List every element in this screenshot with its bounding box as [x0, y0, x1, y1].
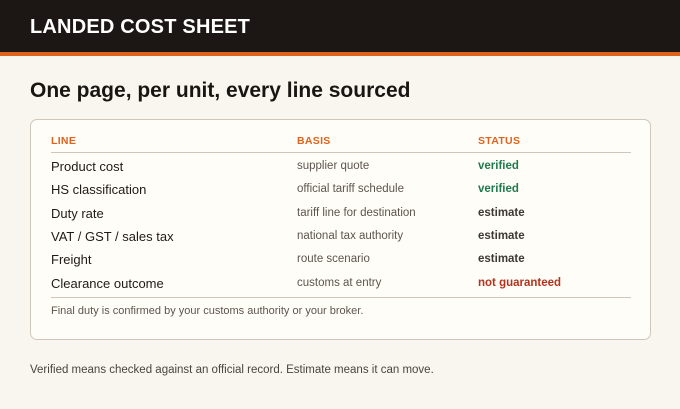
row-basis: national tax authority [297, 230, 404, 242]
table-row: HS classification official tariff schedu… [31, 182, 650, 202]
row-basis: route scenario [297, 253, 370, 265]
table-row: Freight route scenario estimate [31, 252, 650, 272]
column-header-basis: BASIS [297, 135, 331, 147]
page-footnote: Verified means checked against an offici… [30, 364, 434, 376]
app-title: LANDED COST SHEET [30, 16, 251, 38]
row-basis: tariff line for destination [297, 207, 416, 219]
row-status-badge: estimate [478, 230, 525, 242]
row-status-badge: estimate [478, 207, 525, 219]
row-line-label: Freight [51, 252, 92, 267]
table-row: Clearance outcome customs at entry not g… [31, 276, 650, 296]
row-basis: official tariff schedule [297, 183, 404, 195]
row-line-label: HS classification [51, 182, 147, 197]
row-basis: supplier quote [297, 160, 370, 172]
row-status-badge: verified [478, 160, 519, 172]
page-title: One page, per unit, every line sourced [30, 79, 411, 102]
table-row: VAT / GST / sales tax national tax autho… [31, 229, 650, 249]
column-header-line: LINE [51, 135, 77, 147]
row-line-label: Clearance outcome [51, 276, 164, 291]
landed-cost-table-card: LINE BASIS STATUS Product cost supplier … [30, 119, 651, 340]
table-row: Product cost supplier quote verified [31, 159, 650, 179]
table-footer-divider [51, 297, 631, 298]
row-line-label: Duty rate [51, 206, 104, 221]
row-status-badge: verified [478, 183, 519, 195]
table-footnote: Final duty is confirmed by your customs … [51, 305, 364, 317]
row-basis: customs at entry [297, 277, 382, 289]
table-row: Duty rate tariff line for destination es… [31, 206, 650, 226]
header-divider [51, 152, 631, 153]
row-status-badge: not guaranteed [478, 277, 562, 289]
row-line-label: VAT / GST / sales tax [51, 229, 174, 244]
row-line-label: Product cost [51, 159, 124, 174]
app-header: LANDED COST SHEET [0, 0, 680, 56]
row-status-badge: estimate [478, 253, 525, 265]
column-header-status: STATUS [478, 135, 521, 147]
